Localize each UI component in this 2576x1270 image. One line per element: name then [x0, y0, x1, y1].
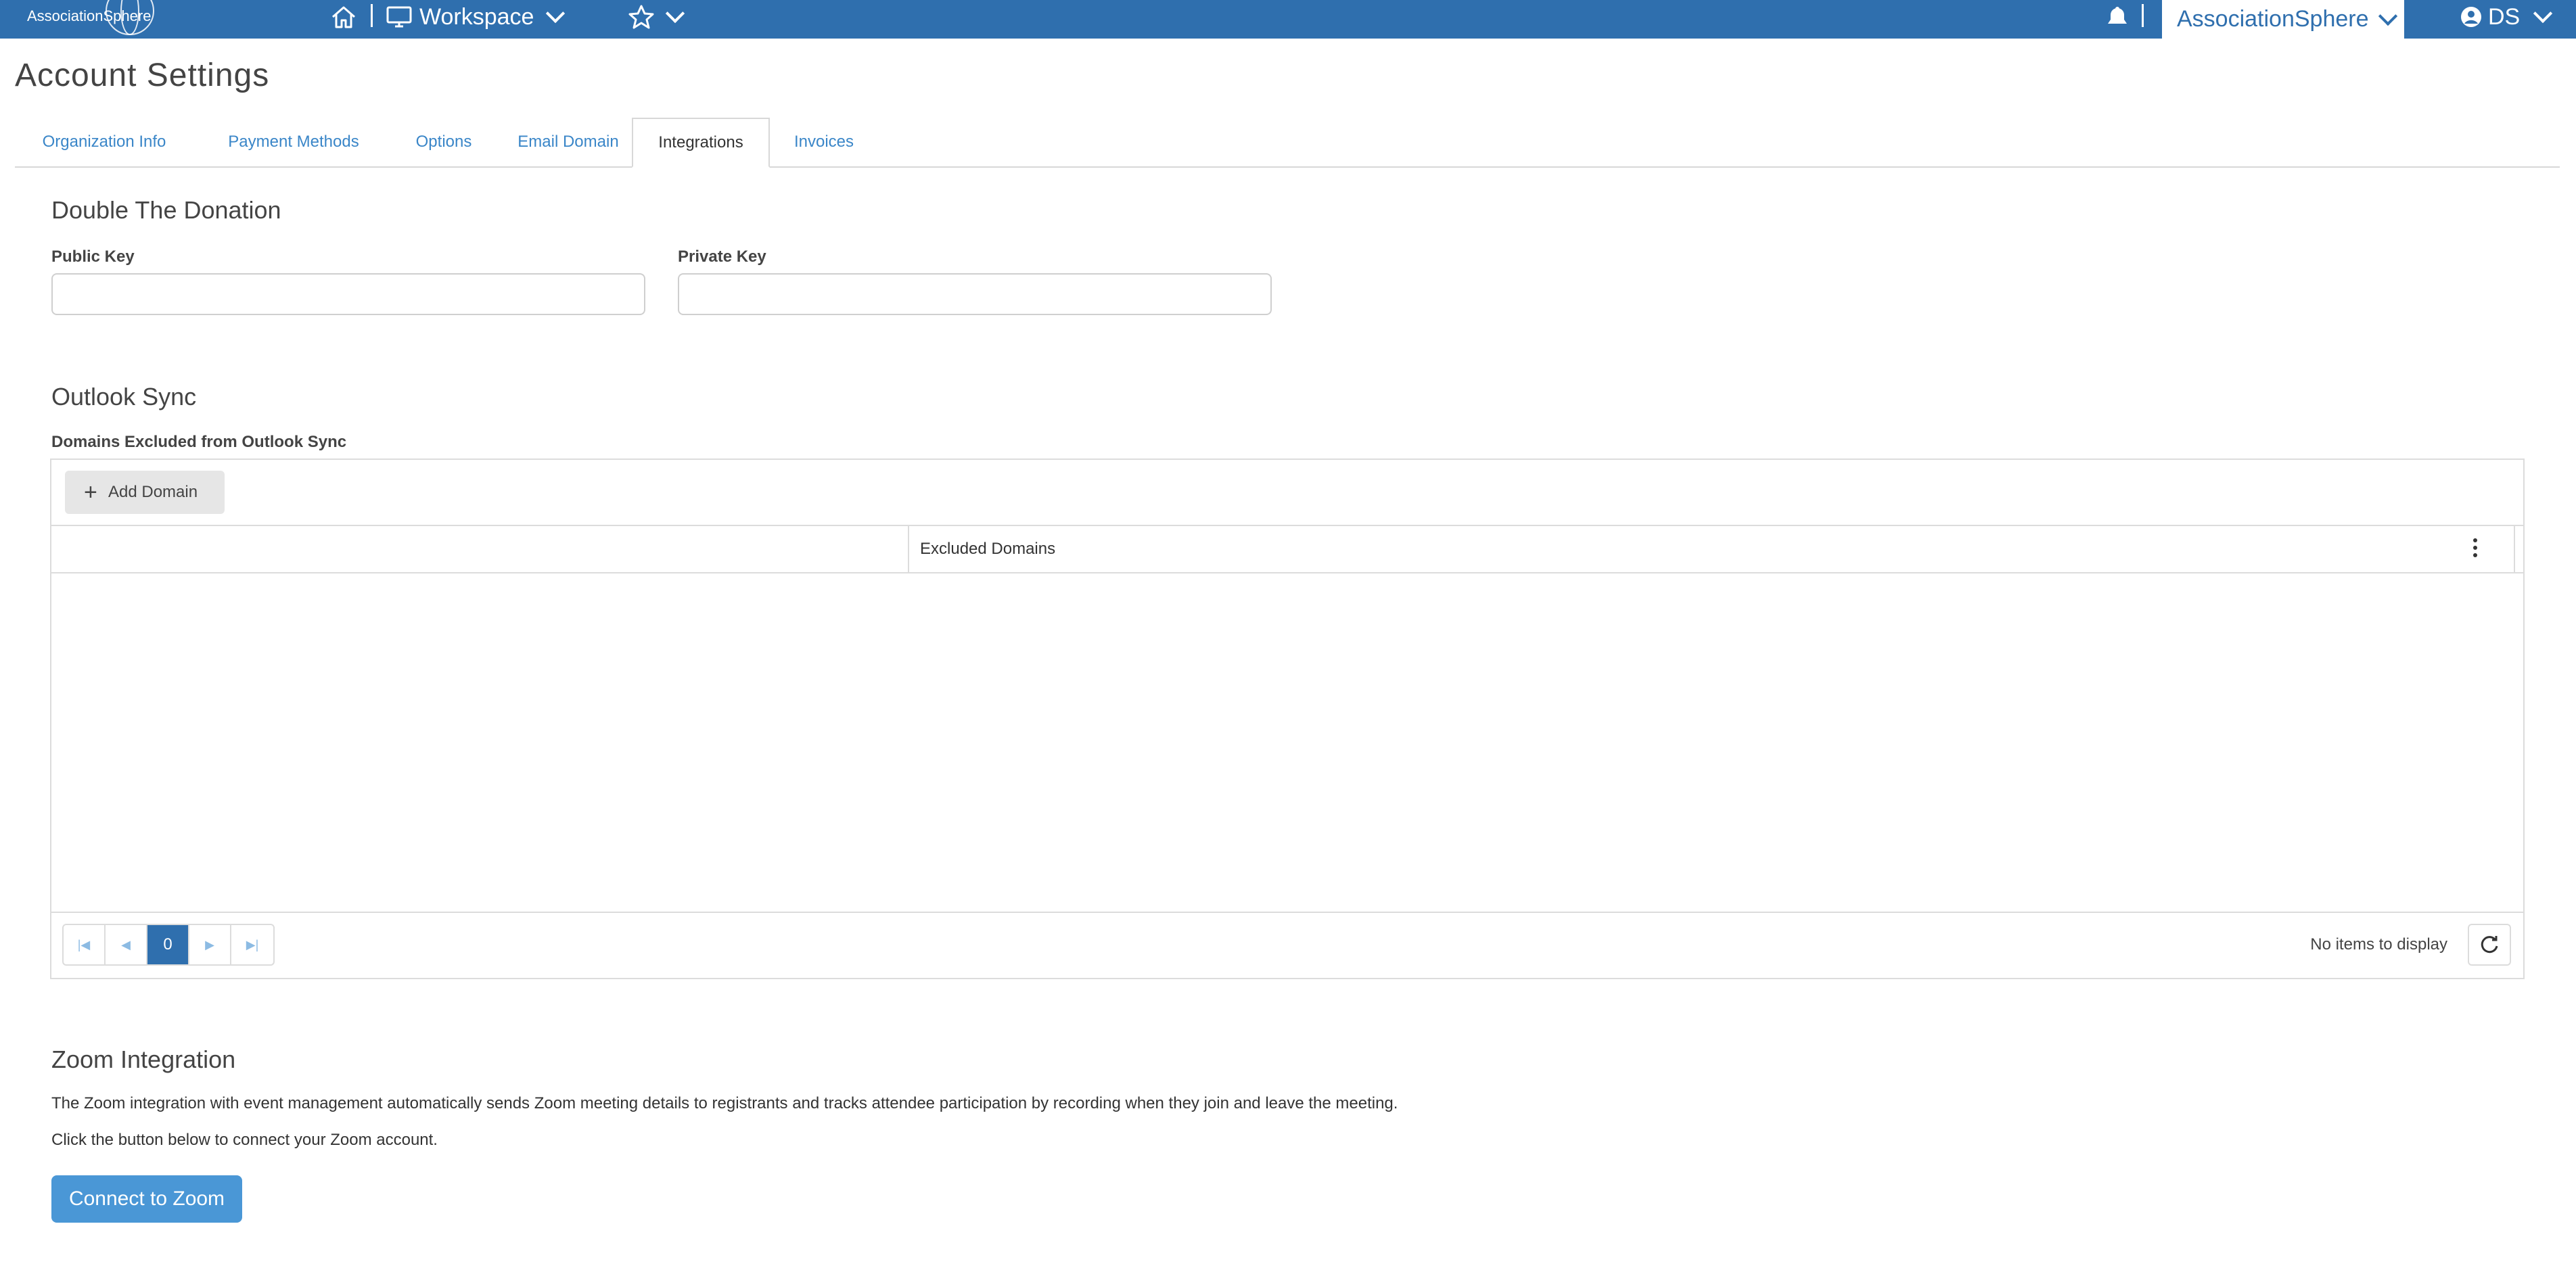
grid-pager: |◀ ◀ 0 ▶ ▶| No items to display — [51, 912, 2523, 978]
column-header-excluded-domains[interactable]: Excluded Domains — [920, 526, 1055, 572]
chevron-down-icon — [2378, 6, 2397, 26]
chevron-down-icon — [546, 3, 566, 24]
last-page-icon[interactable]: ▶| — [231, 925, 273, 964]
double-donation-heading: Double The Donation — [51, 196, 281, 224]
private-key-label: Private Key — [678, 248, 766, 266]
bell-icon — [2108, 7, 2127, 24]
zoom-instruction: Click the button below to connect your Z… — [51, 1131, 438, 1149]
connect-to-zoom-button[interactable]: Connect to Zoom — [51, 1175, 242, 1223]
first-page-icon[interactable]: |◀ — [64, 925, 106, 964]
add-domain-label: Add Domain — [108, 483, 198, 501]
user-avatar-icon — [2461, 7, 2481, 27]
outlook-sync-heading: Outlook Sync — [51, 383, 197, 410]
refresh-icon — [2481, 936, 2498, 954]
user-initials: DS — [2488, 3, 2521, 30]
organization-name: AssociationSphere — [2177, 6, 2369, 32]
tab-organization-info[interactable]: Organization Info — [15, 118, 193, 166]
excluded-domains-label: Domains Excluded from Outlook Sync — [51, 433, 347, 451]
chevron-down-icon — [665, 3, 685, 24]
app-logo[interactable]: AssociationSphere — [27, 0, 154, 39]
user-menu[interactable]: DS — [2460, 0, 2553, 34]
excluded-domains-grid: + Add Domain Excluded Domains |◀ ◀ 0 ▶ ▶… — [50, 458, 2525, 979]
workspace-label: Workspace — [419, 3, 534, 30]
tab-integrations[interactable]: Integrations — [632, 118, 770, 168]
plus-icon: + — [84, 479, 97, 505]
favorites-menu[interactable] — [628, 0, 685, 34]
zoom-integration-heading: Zoom Integration — [51, 1045, 236, 1073]
chevron-down-icon — [2533, 3, 2553, 24]
top-navigation-bar: AssociationSphere Workspace AssociationS… — [0, 0, 2576, 39]
next-page-icon[interactable]: ▶ — [189, 925, 231, 964]
zoom-description: The Zoom integration with event manageme… — [51, 1094, 1398, 1112]
notifications-button[interactable] — [2105, 0, 2130, 34]
pagination: |◀ ◀ 0 ▶ ▶| — [62, 924, 275, 966]
workspace-menu[interactable]: Workspace — [386, 0, 566, 34]
previous-page-icon[interactable]: ◀ — [106, 925, 147, 964]
add-domain-button[interactable]: + Add Domain — [65, 471, 225, 514]
nav-separator — [371, 4, 373, 27]
public-key-label: Public Key — [51, 248, 135, 266]
column-menu-icon[interactable] — [2473, 538, 2479, 560]
settings-tabs: Organization Info Payment Methods Option… — [15, 118, 2560, 168]
public-key-input[interactable] — [51, 273, 645, 315]
nav-separator — [2142, 4, 2144, 27]
logo-text: AssociationSphere — [27, 7, 152, 24]
home-icon — [332, 6, 355, 28]
tab-invoices[interactable]: Invoices — [770, 118, 878, 166]
grid-status-text: No items to display — [2310, 935, 2447, 954]
tab-email-domain[interactable]: Email Domain — [497, 118, 640, 166]
column-divider — [2514, 526, 2515, 572]
tab-options[interactable]: Options — [394, 118, 494, 166]
star-icon — [628, 5, 654, 29]
tab-payment-methods[interactable]: Payment Methods — [196, 118, 391, 166]
home-button[interactable] — [330, 0, 357, 34]
grid-header: Excluded Domains — [51, 525, 2523, 573]
private-key-input[interactable] — [678, 273, 1272, 315]
organization-selector[interactable]: AssociationSphere — [2162, 0, 2404, 39]
refresh-button[interactable] — [2468, 924, 2511, 966]
current-page-number[interactable]: 0 — [147, 925, 189, 964]
page-title: Account Settings — [15, 57, 270, 93]
monitor-icon — [386, 6, 412, 28]
column-divider — [908, 526, 909, 572]
